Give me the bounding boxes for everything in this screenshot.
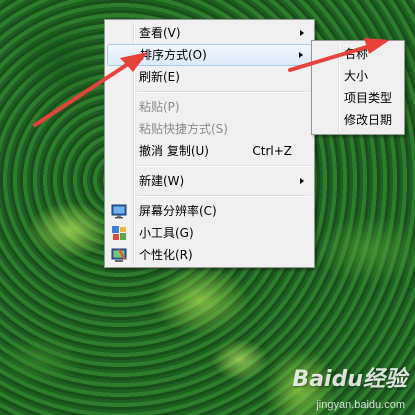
menu-item-label: 个性化(R) [139, 248, 193, 262]
menu-item-label: 小工具(G) [139, 226, 194, 240]
submenu-arrow-icon [300, 30, 304, 36]
submenu-item-name[interactable]: 名称 [314, 43, 402, 65]
submenu-item-date-modified[interactable]: 修改日期 [314, 109, 402, 131]
menu-item-gadgets[interactable]: 小工具(G) [107, 222, 312, 244]
desktop-context-menu: 查看(V) 排序方式(O) 刷新(E) 粘贴(P) 粘贴快捷方式(S) 撤消 复… [104, 19, 315, 268]
menu-separator [137, 195, 310, 197]
watermark-brand: Baidu经验 [292, 367, 407, 392]
menu-item-undo-copy[interactable]: 撤消 复制(U) Ctrl+Z [107, 140, 312, 162]
watermark-url: jingyan.baidu.com [316, 399, 405, 411]
menu-item-label: 粘贴(P) [139, 100, 180, 114]
gadgets-icon [112, 226, 126, 240]
menu-item-screen-resolution[interactable]: 屏幕分辨率(C) [107, 200, 312, 222]
menu-item-shortcut: Ctrl+Z [252, 144, 292, 158]
menu-separator [137, 91, 310, 93]
menu-item-new[interactable]: 新建(W) [107, 170, 312, 192]
personalize-icon [111, 248, 127, 262]
submenu-arrow-icon [299, 52, 303, 58]
menu-item-paste: 粘贴(P) [107, 96, 312, 118]
menu-item-label: 粘贴快捷方式(S) [139, 122, 228, 136]
menu-item-view[interactable]: 查看(V) [107, 22, 312, 44]
menu-item-label: 排序方式(O) [140, 48, 207, 62]
submenu-arrow-icon [300, 178, 304, 184]
submenu-item-size[interactable]: 大小 [314, 65, 402, 87]
sort-by-submenu: 名称 大小 项目类型 修改日期 [311, 40, 405, 135]
submenu-item-label: 大小 [344, 69, 369, 83]
submenu-item-label: 名称 [344, 47, 369, 61]
menu-item-label: 撤消 复制(U) [139, 144, 209, 158]
menu-item-label: 屏幕分辨率(C) [139, 204, 217, 218]
screen-resolution-icon [111, 204, 127, 219]
menu-separator [137, 165, 310, 167]
menu-item-label: 刷新(E) [139, 70, 180, 84]
submenu-item-label: 项目类型 [344, 91, 393, 105]
menu-item-label: 查看(V) [139, 26, 181, 40]
menu-item-personalize[interactable]: 个性化(R) [107, 244, 312, 266]
menu-item-paste-shortcut: 粘贴快捷方式(S) [107, 118, 312, 140]
submenu-item-item-type[interactable]: 项目类型 [314, 87, 402, 109]
submenu-item-label: 修改日期 [344, 113, 393, 127]
menu-item-sort-by[interactable]: 排序方式(O) [107, 44, 312, 66]
menu-item-label: 新建(W) [139, 174, 185, 188]
menu-item-refresh[interactable]: 刷新(E) [107, 66, 312, 88]
